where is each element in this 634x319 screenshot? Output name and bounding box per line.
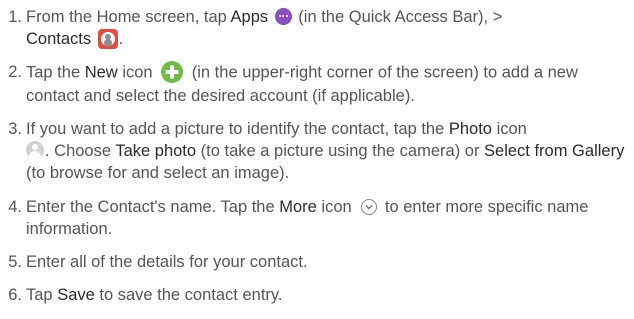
step-number: 4.: [8, 198, 22, 216]
step-text-segment: From the Home screen, tap: [26, 8, 231, 26]
save-label: Save: [57, 286, 95, 304]
new-icon: [161, 61, 184, 83]
step-text-segment: to save the contact entry.: [94, 286, 283, 304]
step-text: Enter the Contact's name. Tap the More i…: [26, 196, 630, 240]
step-number: 2.: [8, 63, 22, 81]
step-text: Enter all of the details for your contac…: [26, 253, 308, 271]
step-text: From the Home screen, tap Apps (in the Q…: [26, 6, 630, 51]
step-text-segment: Tap the: [26, 63, 85, 82]
step-text: Tap the New icon (in the upper-right cor…: [26, 61, 630, 107]
step-text-segment: .: [118, 30, 124, 48]
step-number: 3.: [8, 120, 22, 138]
step-text: If you want to add a picture to identify…: [26, 118, 630, 184]
step-number: 1.: [8, 8, 22, 26]
step-text-segment: icon: [117, 63, 158, 82]
photo-icon: [26, 141, 44, 160]
apps-icon: [274, 8, 292, 26]
chevron-down-icon: [361, 198, 378, 215]
step-text-segment: icon: [316, 198, 357, 216]
select-from-gallery-label: Select from Gallery: [484, 142, 625, 160]
step-text-segment: (to take a picture using the camera) or: [196, 142, 485, 160]
take-photo-label: Take photo: [115, 142, 197, 160]
step-number: 6.: [8, 286, 22, 304]
step-text-segment: If you want to add a picture to identify…: [26, 120, 449, 138]
step-text-segment: (to browse for and select an image).: [26, 164, 290, 183]
contacts-icon: [97, 28, 118, 49]
step-text-segment: (in the Quick Access Bar), >: [293, 8, 503, 26]
contacts-label: Contacts: [26, 30, 92, 48]
step-number: 5.: [8, 253, 22, 271]
apps-label: Apps: [230, 8, 269, 26]
step-text-segment: . Choose: [45, 142, 116, 160]
photo-label: Photo: [448, 120, 492, 138]
step-text-segment: Enter the Contact's name. Tap the: [26, 198, 280, 216]
step-text: Tap Save to save the contact entry.: [26, 284, 630, 306]
more-label: More: [279, 198, 317, 216]
step-text-segment: Tap: [26, 286, 58, 304]
step-text-segment: icon: [491, 120, 527, 138]
new-label: New: [84, 63, 118, 82]
